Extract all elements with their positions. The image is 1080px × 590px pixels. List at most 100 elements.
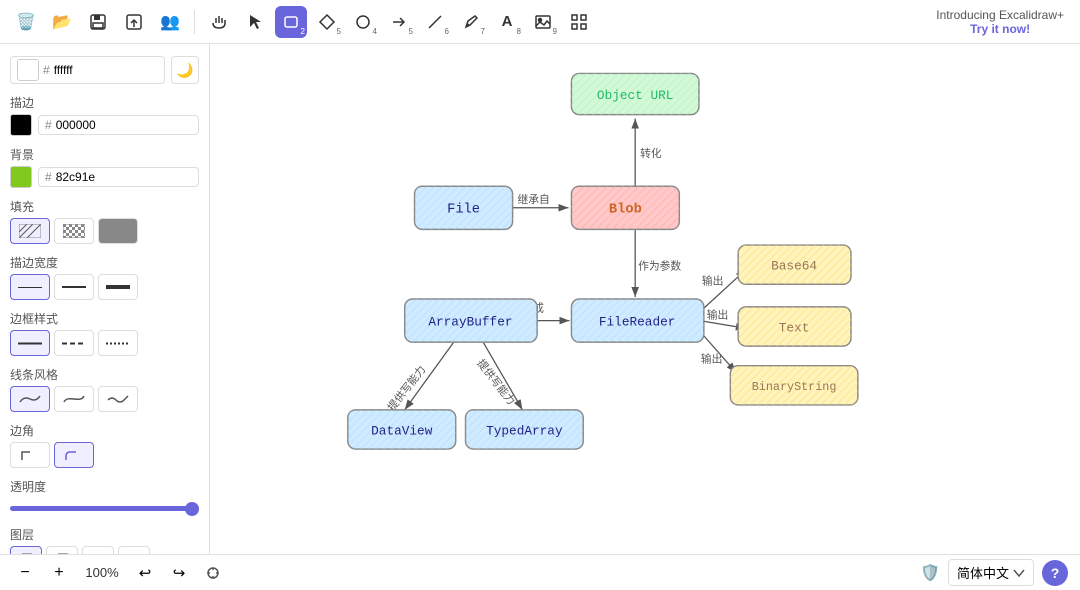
edge-style-options [10, 330, 199, 356]
svg-text:作为参数: 作为参数 [638, 260, 681, 273]
language-label: 简体中文 [957, 563, 1009, 582]
edge-dotted[interactable] [98, 330, 138, 356]
image-tool-wrap: 9 [527, 6, 559, 38]
corner-section: 边角 [10, 422, 199, 468]
layer-forward[interactable] [82, 546, 114, 554]
node-text-label: Text [779, 320, 810, 335]
corner-options [10, 442, 199, 468]
background-section: 背景 # 82c91e [10, 146, 199, 188]
node-typedarray-label: TypedArray [486, 423, 563, 438]
open-button[interactable]: 📂 [46, 6, 78, 38]
fill-section: 填充 [10, 198, 199, 244]
dark-mode-button[interactable]: 🌙 [171, 56, 199, 84]
canvas-color-swatch[interactable] [17, 59, 39, 81]
stroke-width-options [10, 274, 199, 300]
node-binarystring-label: BinaryString [752, 380, 837, 394]
svg-text:转化: 转化 [640, 147, 662, 160]
collab-tool-wrap: 👥 [154, 6, 186, 38]
line-tool-wrap: 6 [419, 6, 451, 38]
library-tool-wrap [563, 6, 595, 38]
edge-solid[interactable] [10, 330, 50, 356]
line-zigzag[interactable] [98, 386, 138, 412]
bottom-right: 🛡️ 简体中文 ? [920, 559, 1068, 586]
save-local-tool-wrap [82, 6, 114, 38]
corner-label: 边角 [10, 422, 199, 439]
toolbar-separator-1 [194, 10, 195, 34]
pencil-tool-wrap: 7 [455, 6, 487, 38]
corner-round[interactable] [54, 442, 94, 468]
opacity-label: 透明度 [10, 478, 199, 495]
line-wavy[interactable] [10, 386, 50, 412]
arrow-tool-wrap: 5 [383, 6, 415, 38]
bg-color-row: # 82c91e [10, 166, 199, 188]
excalidraw-plus-banner: Introducing Excalidraw+ Try it now! [936, 0, 1064, 44]
node-blob-label: Blob [609, 202, 642, 218]
open-tool-wrap: 📂 [46, 6, 78, 38]
fill-hatch[interactable] [10, 218, 50, 244]
fill-dots[interactable] [54, 218, 94, 244]
layer-back[interactable] [10, 546, 42, 554]
undo-button[interactable]: ↩ [132, 560, 158, 586]
layers-label: 图层 [10, 526, 199, 543]
node-dataview-label: DataView [371, 423, 433, 438]
delete-button[interactable]: 🗑️ [10, 6, 42, 38]
stroke-section: 描边 # 000000 [10, 94, 199, 136]
opacity-slider[interactable] [10, 506, 199, 511]
node-arraybuffer-label: ArrayBuffer [428, 314, 512, 329]
stroke-thick[interactable] [98, 274, 138, 300]
edge-dashed[interactable] [54, 330, 94, 356]
language-selector[interactable]: 简体中文 [948, 559, 1034, 586]
collab-button[interactable]: 👥 [154, 6, 186, 38]
canvas-color-row: # ffffff 🌙 [10, 56, 199, 84]
layer-backward[interactable] [46, 546, 78, 554]
canvas-color-input[interactable]: ffffff [54, 63, 124, 77]
zoom-out-button[interactable]: − [12, 560, 38, 586]
canvas-area[interactable]: 转化 继承自 作为参数 生成 输出 输出 输出 提供写能力 提供 [210, 44, 1080, 554]
stroke-width-section: 描边宽度 [10, 254, 199, 300]
save-local-button[interactable] [82, 6, 114, 38]
select-tool-wrap [239, 6, 271, 38]
select-tool[interactable] [239, 6, 271, 38]
stroke-medium[interactable] [54, 274, 94, 300]
line-style-section: 线条风格 [10, 366, 199, 412]
layer-front[interactable] [118, 546, 150, 554]
main-area: # ffffff 🌙 描边 # 000000 背景 # [0, 44, 1080, 554]
shield-icon: 🛡️ [920, 563, 940, 583]
bg-color-swatch[interactable] [10, 166, 32, 188]
plus-text: Introducing Excalidraw+ [936, 8, 1064, 22]
text-tool-wrap: A 8 [491, 6, 523, 38]
help-button[interactable]: ? [1042, 560, 1068, 586]
line-smooth[interactable] [54, 386, 94, 412]
zoom-in-button[interactable]: + [46, 560, 72, 586]
corner-sharp[interactable] [10, 442, 50, 468]
plus-link[interactable]: Try it now! [970, 22, 1030, 36]
edge-style-section: 边框样式 [10, 310, 199, 356]
stroke-color-wrap: # 000000 [38, 115, 199, 135]
stroke-color-input[interactable]: 000000 [56, 118, 126, 132]
canvas-hash: # [43, 63, 50, 77]
redo-button[interactable]: ↪ [166, 560, 192, 586]
stroke-color-row: # 000000 [10, 114, 199, 136]
node-objecturl-label: Object URL [597, 88, 674, 103]
svg-text:输出: 输出 [701, 353, 723, 366]
edge-style-label: 边框样式 [10, 310, 199, 327]
svg-text:提供写能力: 提供写能力 [385, 363, 428, 413]
bg-color-input[interactable]: 82c91e [56, 170, 126, 184]
bottom-bar: − + 100% ↩ ↪ 🛡️ 简体中文 ? [0, 554, 1080, 590]
stroke-width-label: 描边宽度 [10, 254, 199, 271]
stroke-thin[interactable] [10, 274, 50, 300]
reset-view-button[interactable] [200, 560, 226, 586]
delete-tool-wrap: 🗑️ [10, 6, 42, 38]
node-file-label: File [447, 202, 480, 218]
fill-solid[interactable] [98, 218, 138, 244]
stroke-color-swatch[interactable] [10, 114, 32, 136]
hand-tool[interactable] [203, 6, 235, 38]
svg-text:输出: 输出 [702, 274, 724, 287]
export-button[interactable] [118, 6, 150, 38]
line-style-label: 线条风格 [10, 366, 199, 383]
library-tool[interactable] [563, 6, 595, 38]
node-base64-label: Base64 [771, 259, 817, 274]
canvas-color-wrap: # ffffff [10, 56, 165, 84]
fill-label: 填充 [10, 198, 199, 215]
left-panel: # ffffff 🌙 描边 # 000000 背景 # [0, 44, 210, 554]
